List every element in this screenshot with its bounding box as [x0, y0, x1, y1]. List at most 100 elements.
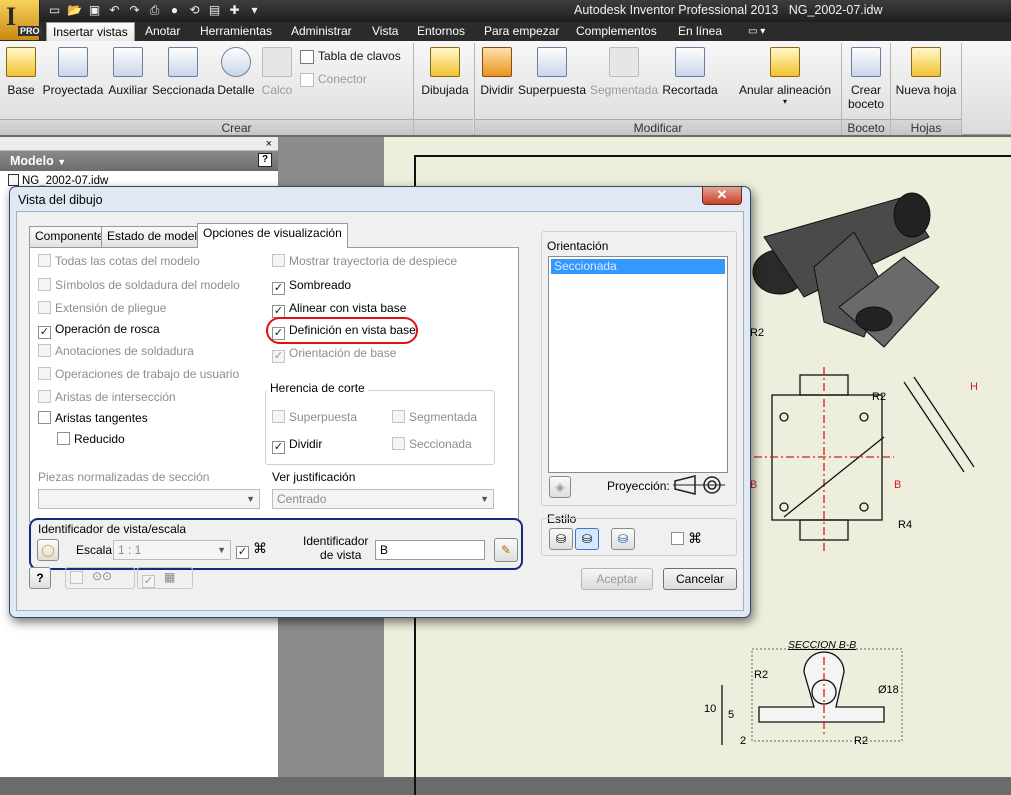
tab-opciones-de-visualizacion[interactable]: Opciones de visualización: [197, 223, 348, 248]
base-button[interactable]: Base: [4, 45, 38, 97]
checkbox-operaciones-trabajo[interactable]: Operaciones de trabajo de usuario: [38, 367, 239, 381]
checkbox-reducido[interactable]: Reducido: [57, 432, 125, 446]
title-bar: ▭ 📂 ▣ ↶ ↷ ⎙ ● ⟲ ▤ ✚ ▾ Autodesk Inventor …: [0, 0, 1011, 22]
tab-entornos[interactable]: Entornos: [411, 22, 471, 41]
tab-administrar[interactable]: Administrar: [285, 22, 358, 41]
dialog-close-button[interactable]: ✕: [702, 187, 742, 205]
group-label-boceto: Boceto: [842, 119, 890, 135]
hidden-line-removed-style-icon[interactable]: ⛁: [575, 528, 599, 550]
open-icon[interactable]: 📂: [66, 2, 83, 19]
orientacion-item[interactable]: Seccionada: [551, 259, 725, 274]
checkbox-extension-pliegue[interactable]: Extensión de pliegue: [38, 301, 166, 315]
checkbox-sombreado[interactable]: ✓ Sombreado: [272, 278, 351, 295]
check-icon: ✓: [272, 282, 285, 295]
shaded-style-icon[interactable]: ⛁: [611, 528, 635, 550]
anular-alineacion-button[interactable]: Anular alineación ▾: [738, 45, 832, 106]
escala-select[interactable]: 1 : 1 ▼: [113, 540, 231, 560]
app-menu-button[interactable]: I PRO: [0, 0, 42, 40]
edit-pencil-icon[interactable]: ✎: [494, 538, 518, 562]
checkbox-operacion-de-rosca[interactable]: ✓ Operación de rosca: [38, 322, 160, 339]
segmentada-button[interactable]: Segmentada: [589, 45, 659, 97]
aceptar-button[interactable]: Aceptar: [581, 568, 653, 590]
checkbox-simbolos-soldadura[interactable]: Símbolos de soldadura del modelo: [38, 278, 240, 292]
section-view-icon: [168, 47, 198, 77]
custom-view-icon[interactable]: ◈: [549, 476, 571, 498]
checkbox-toggle-1[interactable]: [70, 571, 87, 585]
chevron-down-icon: ▾: [782, 97, 787, 106]
print-icon[interactable]: ⎙: [146, 2, 163, 19]
projection-type-icon[interactable]: [673, 474, 725, 496]
dividir-button[interactable]: Dividir: [478, 45, 516, 97]
piezas-normalizadas-select[interactable]: ▼: [38, 489, 260, 509]
raster-view-icon: ⌘: [688, 530, 702, 546]
lightbulb-icon[interactable]: ◯: [37, 539, 59, 561]
checkbox-anotaciones-soldadura[interactable]: Anotaciones de soldadura: [38, 344, 194, 358]
new-icon[interactable]: ▭: [46, 2, 63, 19]
redo-icon[interactable]: ↷: [126, 2, 143, 19]
help-button[interactable]: ?: [29, 567, 51, 589]
orientacion-list[interactable]: Seccionada: [548, 256, 728, 473]
calco-button[interactable]: Calco: [258, 45, 296, 97]
tabla-de-clavos-button[interactable]: Tabla de clavos: [300, 49, 401, 64]
checkbox-herencia-segmentada[interactable]: Segmentada: [392, 410, 477, 424]
seccionada-button[interactable]: Seccionada: [152, 45, 215, 97]
tab-insertar-vistas[interactable]: Insertar vistas: [46, 22, 135, 41]
dim-label: R2: [754, 669, 769, 681]
hidden-line-style-icon[interactable]: ⛁: [549, 528, 573, 550]
checkbox-herencia-seccionada[interactable]: Seccionada: [392, 437, 472, 451]
identificador-de-vista-input[interactable]: B: [375, 540, 485, 560]
check-icon: ✓: [142, 575, 155, 588]
properties-icon[interactable]: ▤: [206, 2, 223, 19]
nueva-hoja-button[interactable]: Nueva hoja: [894, 45, 958, 97]
tab-componente[interactable]: Componente: [29, 226, 110, 247]
ribbon-options-icon[interactable]: ▭ ▾: [742, 22, 771, 41]
checkbox-orientacion-de-base[interactable]: ✓ Orientación de base: [272, 346, 396, 363]
checkbox-aristas-interseccion[interactable]: Aristas de intersección: [38, 390, 176, 404]
recortada-button[interactable]: Recortada: [661, 45, 719, 97]
ribbon-separator: [413, 43, 414, 135]
tab-estado-de-modelo[interactable]: Estado de modelo: [101, 226, 210, 247]
tab-vista[interactable]: Vista: [366, 22, 404, 41]
tab-en-linea[interactable]: En línea: [672, 22, 728, 41]
tab-para-empezar[interactable]: Para empezar: [478, 22, 565, 41]
material-icon[interactable]: ●: [166, 2, 183, 19]
close-icon[interactable]: ×: [266, 138, 272, 150]
checkbox-mostrar-trayectoria[interactable]: Mostrar trayectoria de despiece: [272, 254, 457, 268]
dim-label: H: [970, 381, 978, 393]
update-icon[interactable]: ⟲: [186, 2, 203, 19]
checkbox-aristas-tangentes[interactable]: Aristas tangentes: [38, 411, 148, 425]
cancelar-button[interactable]: Cancelar: [663, 568, 737, 590]
measure-icon[interactable]: ✚: [226, 2, 243, 19]
checkbox-estilo-raster[interactable]: [671, 532, 688, 546]
checkbox-todas-las-cotas[interactable]: Todas las cotas del modelo: [38, 254, 200, 268]
isometric-view: [752, 192, 940, 348]
tab-herramientas[interactable]: Herramientas: [194, 22, 278, 41]
tab-anotar[interactable]: Anotar: [139, 22, 186, 41]
checkbox-alinear-vista-base[interactable]: ✓ Alinear con vista base: [272, 301, 406, 318]
superpuesta-button[interactable]: Superpuesta: [518, 45, 586, 97]
dibujada-button[interactable]: Dibujada: [418, 45, 472, 97]
model-browser-header[interactable]: Modelo ▼?: [0, 151, 278, 171]
undo-icon[interactable]: ↶: [106, 2, 123, 19]
ver-justificacion-select[interactable]: Centrado ▼: [272, 489, 494, 509]
checkbox-toggle-2[interactable]: ✓: [142, 571, 159, 588]
conector-button[interactable]: Conector: [300, 72, 367, 87]
tab-complementos[interactable]: Complementos: [570, 22, 663, 41]
vista-del-dibujo-dialog: Vista del dibujo ✕ Componente Estado de …: [9, 186, 751, 618]
help-icon[interactable]: ?: [258, 153, 272, 167]
overlay-view-icon: [262, 47, 292, 77]
section-view: [721, 651, 885, 745]
draft-view-icon: [430, 47, 460, 77]
auxiliar-button[interactable]: Auxiliar: [106, 45, 150, 97]
base-view-icon: [6, 47, 36, 77]
detalle-button[interactable]: Detalle: [216, 45, 256, 97]
dim-label: R2: [854, 735, 869, 747]
checkbox-herencia-superpuesta[interactable]: Superpuesta: [272, 410, 357, 424]
save-icon[interactable]: ▣: [86, 2, 103, 19]
chevron-down-icon: ▼: [57, 157, 67, 167]
checkbox-herencia-dividir[interactable]: ✓ Dividir: [272, 437, 322, 454]
customize-icon[interactable]: ▾: [246, 2, 263, 19]
checkbox-visibilidad-escala[interactable]: ✓: [236, 542, 253, 559]
proyectada-button[interactable]: Proyectada: [42, 45, 104, 97]
crear-boceto-button[interactable]: Crear boceto: [845, 45, 887, 111]
